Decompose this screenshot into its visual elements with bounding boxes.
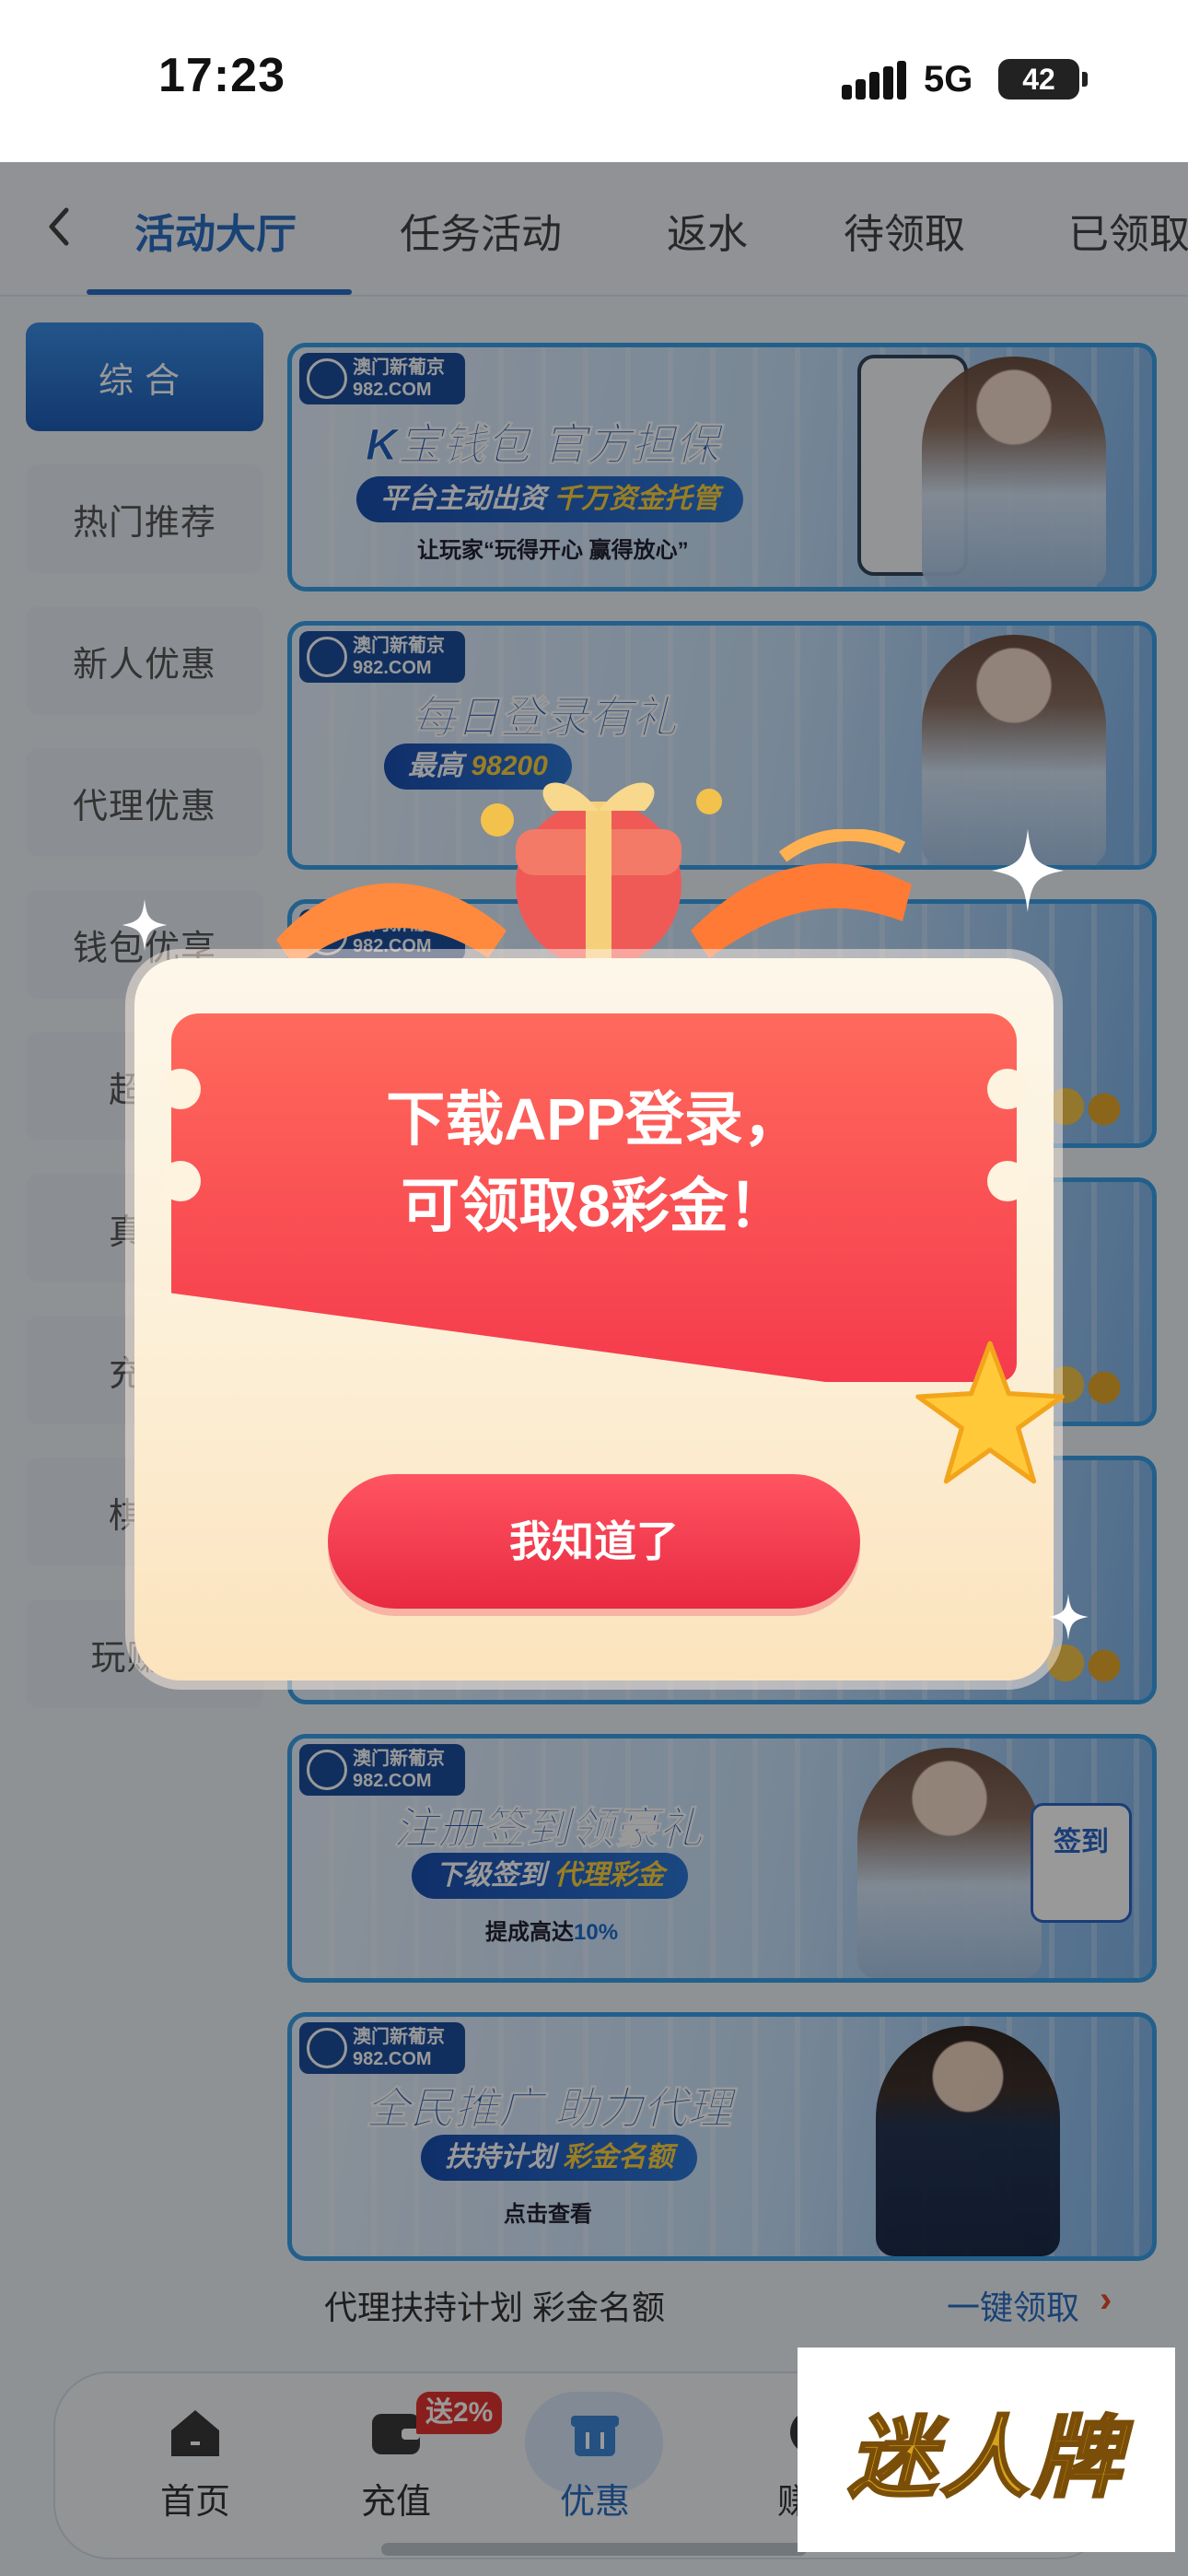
watermark-logo: 迷人牌 xyxy=(798,2348,1175,2552)
popup-message: 下载APP登录， 可领取8彩金！ xyxy=(134,1076,1054,1249)
star-icon xyxy=(915,1341,1065,1484)
popup-message-line1: 下载APP登录， xyxy=(386,1086,802,1153)
battery-cap xyxy=(1082,72,1088,87)
signal-icon xyxy=(842,61,906,100)
sparkle-icon xyxy=(122,899,168,951)
got-it-button[interactable]: 我知道了 xyxy=(328,1474,860,1609)
reward-popup: 下载APP登录， 可领取8彩金！ 我知道了 xyxy=(134,958,1054,1680)
popup-message-line2: 可领取8彩金！ xyxy=(401,1173,787,1239)
status-bar: 17:23 5G 42 xyxy=(0,0,1188,162)
sparkle-icon xyxy=(1048,1594,1089,1640)
sparkle-icon xyxy=(991,829,1065,912)
gift-box-icon xyxy=(481,782,722,967)
battery-icon: 42 xyxy=(998,59,1079,100)
status-time: 17:23 xyxy=(158,49,285,102)
network-label: 5G xyxy=(924,59,973,100)
